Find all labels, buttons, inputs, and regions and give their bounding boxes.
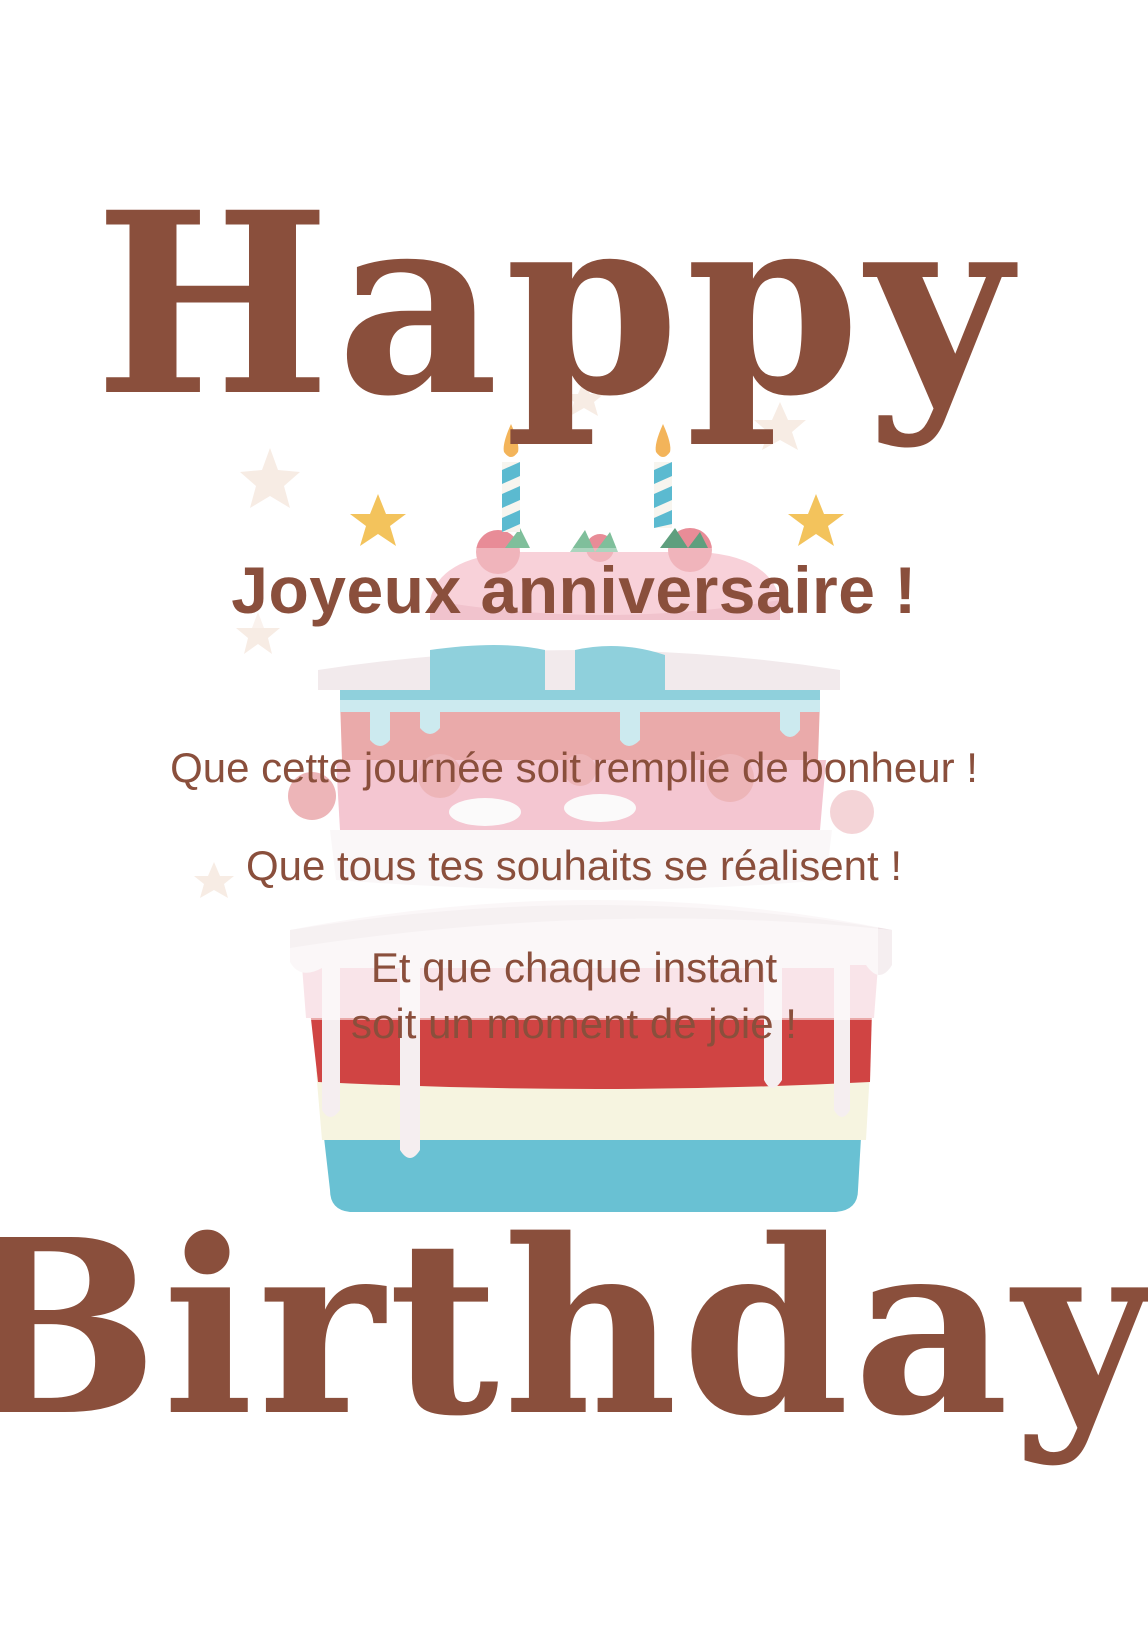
birthday-card: Happy Birthday Joyeux anniversaire ! Que… [0, 0, 1148, 1646]
message-line: Que tous tes souhaits se réalisent ! [245, 842, 903, 889]
message-line: Et que chaque instant [370, 944, 778, 991]
message-line: Que cette journée soit remplie de bonheu… [170, 744, 978, 791]
message-line: soit un moment de joie ! [351, 1000, 797, 1047]
card-heading: Joyeux anniversaire ! [231, 553, 917, 627]
message-area: Joyeux anniversaire ! Que cette journée … [0, 0, 1148, 1646]
